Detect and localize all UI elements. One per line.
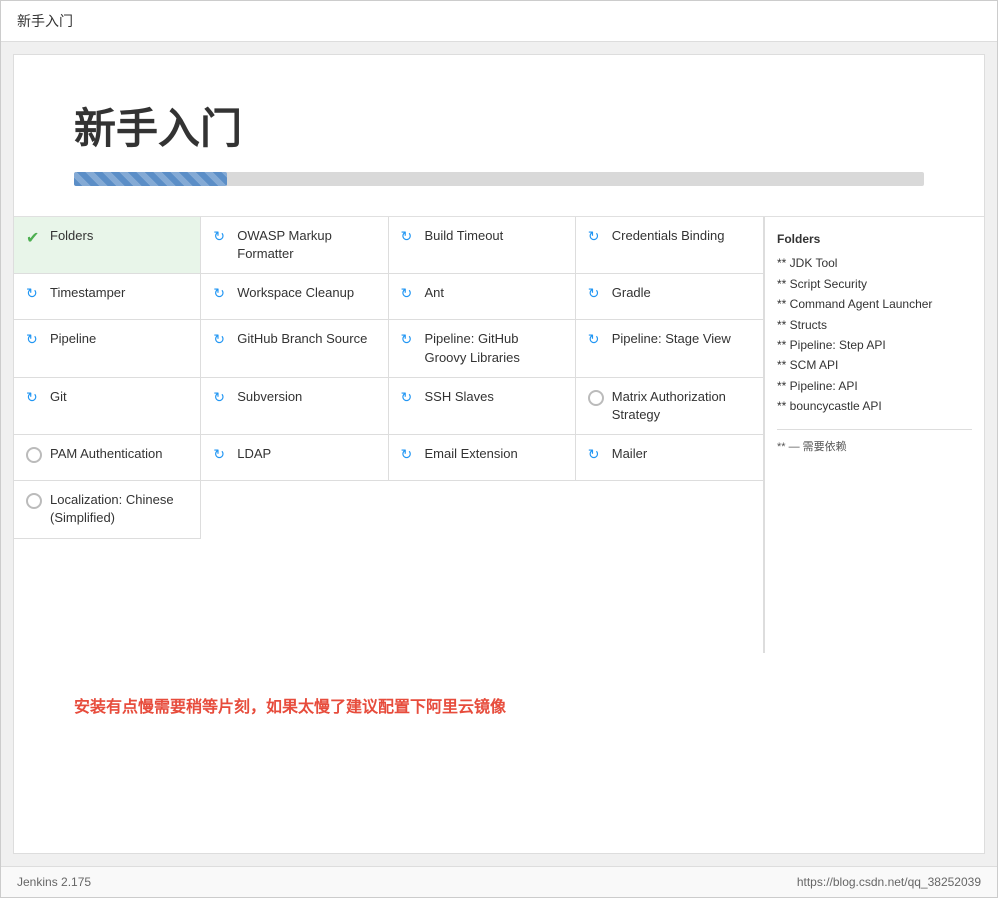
refresh-icon: ↻ — [213, 331, 229, 347]
plugin-name: SSH Slaves — [425, 388, 494, 406]
plugin-name: Pipeline — [50, 330, 96, 348]
sidebar-item: ** Pipeline: API — [777, 376, 972, 396]
sidebar-item: ** Structs — [777, 315, 972, 335]
jenkins-version: Jenkins 2.175 — [17, 875, 91, 889]
hero-title: 新手入门 — [74, 95, 924, 156]
sidebar-item: ** Script Security — [777, 274, 972, 294]
plugin-cell[interactable]: ↻ Email Extension — [389, 435, 576, 481]
plugin-name: Credentials Binding — [612, 227, 725, 245]
plugin-name: Ant — [425, 284, 445, 302]
circle-icon — [26, 493, 42, 509]
top-bar: 新手入门 — [1, 1, 997, 42]
refresh-icon: ↻ — [26, 331, 42, 347]
plugin-cell[interactable]: ↻ Pipeline: Stage View — [576, 320, 763, 377]
plugin-grid: ✔ Folders ↻ OWASP Markup Formatter ↻ Build Ti… — [14, 217, 764, 653]
plugin-name: PAM Authentication — [50, 445, 163, 463]
progress-bar-container — [74, 172, 924, 186]
plugin-cell[interactable]: ↻ OWASP Markup Formatter — [201, 217, 388, 274]
plugin-cell[interactable]: ↻ SSH Slaves — [389, 378, 576, 435]
hero-section: 新手入门 — [14, 55, 984, 217]
plugin-cell[interactable]: ↻ Git — [14, 378, 201, 435]
plugin-name: Localization: Chinese (Simplified) — [50, 491, 188, 527]
sidebar-item: ** Pipeline: Step API — [777, 335, 972, 355]
plugin-cell[interactable]: ↻ Pipeline — [14, 320, 201, 377]
plugin-cell[interactable]: ↻ Build Timeout — [389, 217, 576, 274]
plugin-cell[interactable]: PAM Authentication — [14, 435, 201, 481]
refresh-icon: ↻ — [588, 228, 604, 244]
plugin-cell[interactable]: ↻ LDAP — [201, 435, 388, 481]
plugin-cell[interactable]: ↻ Credentials Binding — [576, 217, 763, 274]
plugin-cell[interactable]: ↻ Pipeline: GitHub Groovy Libraries — [389, 320, 576, 377]
check-icon: ✔ — [26, 228, 42, 244]
refresh-icon: ↻ — [401, 285, 417, 301]
sidebar-item: ** JDK Tool — [777, 253, 972, 273]
refresh-icon: ↻ — [588, 446, 604, 462]
plugin-name: Git — [50, 388, 67, 406]
plugin-name: Workspace Cleanup — [237, 284, 354, 302]
install-message: 安装有点慢需要稍等片刻，如果太慢了建议配置下阿里云镜像 — [74, 693, 506, 717]
plugin-area: ✔ Folders ↻ OWASP Markup Formatter ↻ Build Ti… — [14, 217, 984, 653]
plugin-cell[interactable]: ↻ Gradle — [576, 274, 763, 320]
circle-icon — [26, 447, 42, 463]
plugin-cell[interactable]: ↻ Mailer — [576, 435, 763, 481]
plugin-name: Mailer — [612, 445, 647, 463]
footer: Jenkins 2.175 https://blog.csdn.net/qq_3… — [1, 866, 997, 897]
plugin-cell[interactable]: ↻ Subversion — [201, 378, 388, 435]
plugin-name: Build Timeout — [425, 227, 504, 245]
sidebar-note: ** — 需要依赖 — [777, 429, 972, 457]
sidebar-item: ** bouncycastle API — [777, 396, 972, 416]
plugin-name: Pipeline: Stage View — [612, 330, 731, 348]
plugin-name: Pipeline: GitHub Groovy Libraries — [425, 330, 563, 366]
refresh-icon: ↻ — [26, 285, 42, 301]
refresh-icon: ↻ — [213, 389, 229, 405]
plugin-name: Folders — [50, 227, 93, 245]
refresh-icon: ↻ — [213, 228, 229, 244]
plugin-name: Email Extension — [425, 445, 518, 463]
sidebar-item: ** Command Agent Launcher — [777, 294, 972, 314]
plugin-name: Timestamper — [50, 284, 125, 302]
refresh-icon: ↻ — [401, 389, 417, 405]
plugin-cell[interactable]: ↻ Timestamper — [14, 274, 201, 320]
plugin-cell[interactable]: ↻ Workspace Cleanup — [201, 274, 388, 320]
refresh-icon: ↻ — [26, 389, 42, 405]
sidebar-title: Folders — [777, 229, 972, 249]
plugin-name: GitHub Branch Source — [237, 330, 367, 348]
plugin-cell[interactable]: ✔ Folders — [14, 217, 201, 274]
plugin-cell[interactable]: ↻ GitHub Branch Source — [201, 320, 388, 377]
sidebar-item: ** SCM API — [777, 355, 972, 375]
plugin-name: LDAP — [237, 445, 271, 463]
sidebar: Folders ** JDK Tool** Script Security** … — [764, 217, 984, 653]
plugin-name: Subversion — [237, 388, 302, 406]
refresh-icon: ↻ — [213, 285, 229, 301]
top-bar-label: 新手入门 — [17, 13, 73, 29]
plugin-name: Gradle — [612, 284, 651, 302]
refresh-icon: ↻ — [401, 446, 417, 462]
plugin-cell[interactable]: Matrix Authorization Strategy — [576, 378, 763, 435]
circle-icon — [588, 390, 604, 406]
refresh-icon: ↻ — [588, 331, 604, 347]
progress-bar-fill — [74, 172, 227, 186]
plugin-cell[interactable]: Localization: Chinese (Simplified) — [14, 481, 201, 538]
refresh-icon: ↻ — [401, 331, 417, 347]
refresh-icon: ↻ — [213, 446, 229, 462]
plugin-name: OWASP Markup Formatter — [237, 227, 375, 263]
main-content: 新手入门 ✔ Folders ↻ OWASP Markup Formatter ↻ Bui… — [13, 54, 985, 854]
plugin-name: Matrix Authorization Strategy — [612, 388, 751, 424]
message-area: 安装有点慢需要稍等片刻，如果太慢了建议配置下阿里云镜像 — [14, 653, 984, 853]
refresh-icon: ↻ — [401, 228, 417, 244]
plugin-cell[interactable]: ↻ Ant — [389, 274, 576, 320]
refresh-icon: ↻ — [588, 285, 604, 301]
footer-link[interactable]: https://blog.csdn.net/qq_38252039 — [797, 875, 981, 889]
sidebar-items: ** JDK Tool** Script Security** Command … — [777, 253, 972, 416]
